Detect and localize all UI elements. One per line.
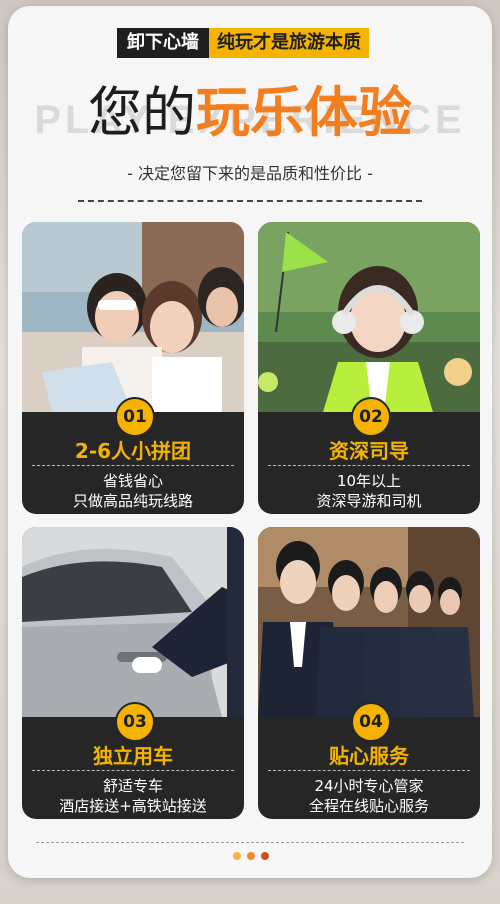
tour-guide-photo [258, 222, 480, 412]
tag-left: 卸下心墙 [117, 28, 209, 58]
feature-tile-2[interactable]: 02 资深司导 10年以上 资深导游和司机 [258, 222, 480, 514]
tile-line-1: 10年以上 [336, 472, 402, 490]
tile-line-2: 资深导游和司机 [316, 492, 422, 510]
tile-number-badge: 02 [351, 397, 391, 437]
tile-line-1: 24小时专心管家 [314, 777, 424, 795]
divider [78, 200, 422, 202]
tag-right: 纯玩才是旅游本质 [209, 28, 369, 58]
title-dark: 您的 [88, 81, 196, 144]
tile-divider [268, 770, 470, 771]
pager-dot-2[interactable] [247, 852, 255, 860]
tile-divider [268, 465, 470, 466]
feature-tile-4[interactable]: 04 贴心服务 24小时专心管家 全程在线贴心服务 [258, 527, 480, 819]
tile-line-2: 只做高品纯玩线路 [72, 492, 193, 510]
pager-dot-1[interactable] [233, 852, 241, 860]
title-block: PLAY EXPERIENCE 您的玩乐体验 [0, 68, 500, 158]
bottom-divider [36, 842, 464, 843]
tile-title: 资深司导 [329, 439, 409, 463]
title-highlight: 玩乐体验 [196, 81, 412, 144]
private-car-photo [22, 527, 244, 717]
tile-divider [32, 770, 234, 771]
subtitle: - 决定您留下来的是品质和性价比 - [127, 164, 373, 183]
tile-title: 独立用车 [93, 744, 173, 768]
page-title: 您的玩乐体验 [0, 78, 500, 148]
tile-divider [32, 465, 234, 466]
group-tourists-photo [22, 222, 244, 412]
feature-tile-1[interactable]: 01 2-6人小拼团 省钱省心 只做高品纯玩线路 [22, 222, 244, 514]
tile-number-badge: 03 [115, 702, 155, 742]
pager-dots [233, 852, 269, 860]
pager-dot-3[interactable] [261, 852, 269, 860]
tile-number-badge: 04 [351, 702, 391, 742]
tile-line-2: 酒店接送+高铁站接送 [59, 797, 207, 815]
header-tag: 卸下心墙 纯玩才是旅游本质 [117, 28, 369, 58]
tile-title: 贴心服务 [329, 744, 409, 768]
service-staff-photo [258, 527, 480, 717]
tile-line-1: 省钱省心 [102, 472, 163, 490]
tile-number-badge: 01 [115, 397, 155, 437]
tile-line-1: 舒适专车 [102, 777, 163, 795]
tile-title: 2-6人小拼团 [74, 439, 192, 463]
feature-tile-3[interactable]: 03 独立用车 舒适专车 酒店接送+高铁站接送 [22, 527, 244, 819]
tile-line-2: 全程在线贴心服务 [308, 797, 429, 815]
